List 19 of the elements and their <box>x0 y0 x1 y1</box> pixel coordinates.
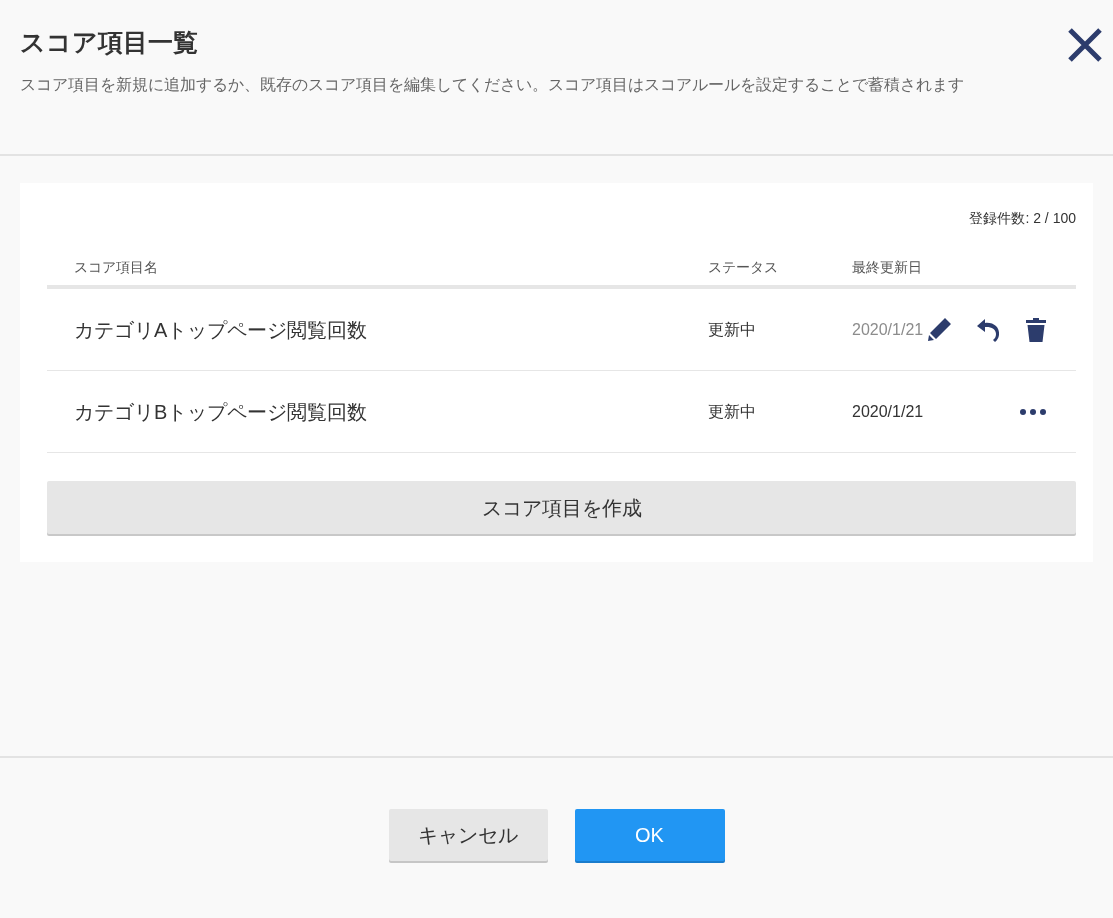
create-score-item-button[interactable]: スコア項目を作成 <box>47 481 1076 534</box>
item-name: カテゴリAトップページ閲覧回数 <box>74 318 368 341</box>
undo-arrow-icon[interactable] <box>976 317 1002 342</box>
updated-date: 2020/1/21 <box>852 401 924 422</box>
name-column-header: スコア項目名 <box>74 258 158 277</box>
dialog-title: スコア項目一覧 <box>20 27 198 58</box>
edit-pencil-icon[interactable] <box>927 317 952 342</box>
updated-column-header: 最終更新日 <box>852 258 922 277</box>
status-text: 更新中 <box>708 402 756 420</box>
trash-icon[interactable] <box>1026 317 1046 342</box>
updated-date: 2020/1/21 <box>852 319 924 340</box>
status-column-header: ステータス <box>708 258 778 277</box>
status-text: 更新中 <box>708 320 756 338</box>
close-icon[interactable] <box>1067 27 1103 63</box>
item-name: カテゴリBトップページ閲覧回数 <box>74 400 368 423</box>
item-count: 登録件数: 2 / 100 <box>969 210 1076 226</box>
dialog-description: スコア項目を新規に追加するか、既存のスコア項目を編集してください。スコア項目はスコアルールを設定することで蓄積されます <box>20 75 964 95</box>
cancel-button[interactable]: キャンセル <box>388 809 548 861</box>
more-options-icon[interactable] <box>1020 408 1046 415</box>
